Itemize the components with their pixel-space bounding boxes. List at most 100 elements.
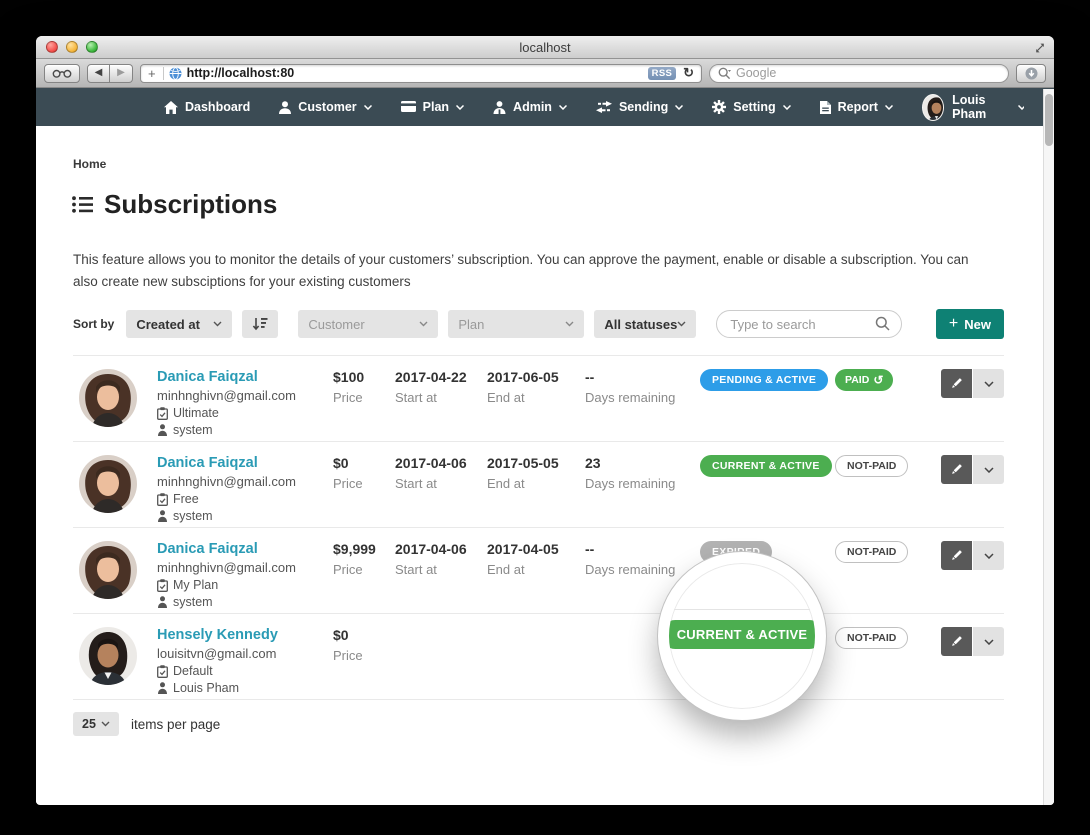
arrows-icon — [596, 101, 612, 113]
web-search-input[interactable] — [736, 66, 1000, 80]
table-search-field[interactable] — [716, 310, 902, 338]
window-title: localhost — [519, 40, 570, 55]
nav-item-setting[interactable]: Setting — [712, 100, 790, 114]
payment-badge: PAID↺ — [835, 369, 893, 391]
file-icon — [820, 101, 831, 114]
close-button[interactable] — [46, 41, 58, 53]
customer-name-link[interactable]: Danica Faiqzal — [157, 369, 333, 385]
url-input[interactable] — [187, 66, 643, 80]
edit-button[interactable] — [941, 541, 972, 570]
row-menu-button[interactable] — [973, 455, 1004, 484]
edit-button[interactable] — [941, 369, 972, 398]
back-button[interactable]: ◀ — [87, 64, 110, 83]
topsites-button[interactable] — [44, 64, 80, 83]
status-filter-select[interactable]: All statuses — [594, 310, 696, 338]
price-label: Price — [333, 648, 395, 663]
edit-button[interactable] — [941, 627, 972, 656]
days-value: -- — [585, 369, 700, 385]
customer-name-link[interactable]: Danica Faiqzal — [157, 541, 333, 557]
row-menu-button[interactable] — [973, 369, 1004, 398]
nav-item-sending[interactable]: Sending — [596, 100, 683, 114]
owner-name-text: system — [173, 595, 213, 609]
end-value: 2017-06-05 — [487, 369, 585, 385]
chevron-down-icon — [565, 321, 574, 327]
nav-item-customer[interactable]: Customer — [279, 100, 371, 114]
chevron-down-icon — [984, 639, 994, 645]
search-icon — [875, 316, 891, 332]
customer-filter-select[interactable]: Customer — [298, 310, 438, 338]
customer-filter-value: Customer — [308, 317, 364, 332]
nav-item-admin[interactable]: Admin — [493, 100, 567, 114]
customer-name-link[interactable]: Danica Faiqzal — [157, 455, 333, 471]
add-bookmark-icon[interactable]: + — [146, 66, 158, 81]
nav-label: Dashboard — [185, 100, 250, 114]
plan-filter-select[interactable]: Plan — [448, 310, 584, 338]
scrollbar[interactable] — [1043, 89, 1054, 805]
chevron-down-icon — [456, 105, 464, 110]
new-subscription-button[interactable]: + New — [936, 309, 1004, 339]
start-label: Start at — [395, 390, 487, 405]
chevron-down-icon — [675, 105, 683, 110]
download-icon — [1025, 67, 1038, 80]
row-menu-button[interactable] — [973, 541, 1004, 570]
nav-item-report[interactable]: Report — [820, 100, 893, 114]
edit-button[interactable] — [941, 455, 972, 484]
browser-toolbar: ◀ ▶ + RSS ↻ — [36, 59, 1054, 88]
magnifier-circle: CURRENT & ACTIVE — [658, 552, 826, 720]
end-label: End at — [487, 390, 585, 405]
address-bar[interactable]: + RSS ↻ — [140, 64, 702, 83]
search-icon — [718, 67, 732, 80]
plan-name: My Plan — [157, 578, 333, 592]
scrollbar-thumb[interactable] — [1045, 94, 1053, 146]
pencil-icon — [950, 549, 963, 562]
per-page-label: items per page — [131, 717, 220, 732]
pencil-icon — [950, 377, 963, 390]
row-menu-button[interactable] — [973, 627, 1004, 656]
table-search-input[interactable] — [730, 317, 875, 332]
user-icon — [279, 101, 291, 114]
days-value: 23 — [585, 455, 700, 471]
breadcrumb[interactable]: Home — [36, 126, 1054, 171]
owner-name: system — [157, 423, 333, 437]
fullscreen-icon[interactable] — [1034, 41, 1046, 59]
end-value: 2017-04-05 — [487, 541, 585, 557]
per-page-select[interactable]: 25 — [73, 712, 119, 736]
table-row: Danica Faiqzal minhnghivn@gmail.com Free… — [73, 441, 1004, 527]
price-value: $100 — [333, 369, 395, 385]
chevron-down-icon — [677, 321, 686, 327]
user-menu[interactable]: Louis Pham — [922, 93, 1024, 121]
zoom-button[interactable] — [86, 41, 98, 53]
table-row: Danica Faiqzal minhnghivn@gmail.com Ulti… — [73, 355, 1004, 441]
rss-badge[interactable]: RSS — [648, 67, 676, 80]
nav-item-plan[interactable]: Plan — [401, 100, 464, 114]
forward-button[interactable]: ▶ — [110, 64, 133, 83]
customer-name-link[interactable]: Hensely Kennedy — [157, 627, 333, 643]
minimize-button[interactable] — [66, 41, 78, 53]
chevron-down-icon — [419, 321, 428, 327]
sort-field-select[interactable]: Created at — [126, 310, 232, 338]
start-label: Start at — [395, 476, 487, 491]
new-button-label: New — [964, 317, 991, 332]
glasses-icon — [52, 68, 72, 79]
plan-name: Free — [157, 492, 333, 506]
chevron-down-icon — [984, 467, 994, 473]
nav-item-dashboard[interactable]: Dashboard — [164, 100, 250, 114]
sort-direction-button[interactable] — [242, 310, 278, 338]
days-label: Days remaining — [585, 476, 700, 491]
downloads-button[interactable] — [1016, 64, 1046, 83]
price-label: Price — [333, 476, 395, 491]
clipboard-icon — [157, 579, 168, 592]
start-value: 2017-04-06 — [395, 541, 487, 557]
admin-icon — [493, 101, 506, 114]
divider — [163, 67, 164, 80]
reload-icon[interactable]: ↻ — [681, 65, 696, 81]
per-page-value: 25 — [82, 717, 96, 731]
page-title-text: Subscriptions — [104, 189, 277, 220]
plan-filter-value: Plan — [458, 317, 484, 332]
list-icon — [72, 195, 93, 214]
page-title: Subscriptions — [72, 189, 1054, 220]
plan-name-text: Ultimate — [173, 406, 219, 420]
traffic-lights — [46, 41, 98, 53]
customer-email: minhnghivn@gmail.com — [157, 474, 333, 489]
web-search-field[interactable] — [709, 64, 1009, 83]
